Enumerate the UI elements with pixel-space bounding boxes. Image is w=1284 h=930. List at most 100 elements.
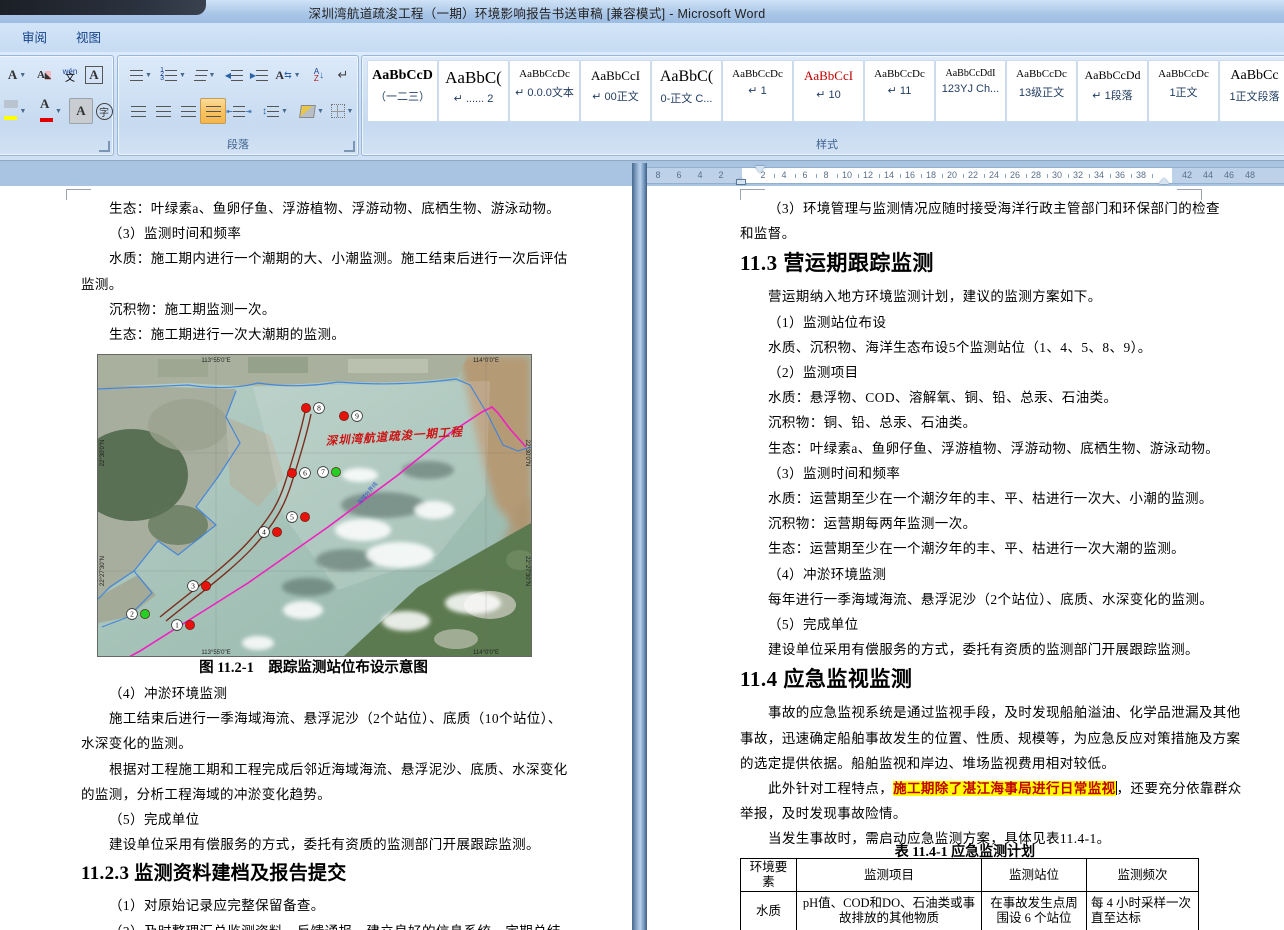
justify-button[interactable]	[200, 98, 226, 124]
style-card[interactable]: AaBbCcI ↵ 00正文	[580, 60, 651, 122]
document-text-line[interactable]: 沉积物：运营期每两年监测一次。	[768, 512, 977, 532]
character-shading-button[interactable]: A	[69, 98, 93, 124]
document-text-line[interactable]: 11.3 营运期跟踪监测	[740, 247, 934, 277]
sort-button[interactable]: AZ↓	[305, 62, 333, 88]
document-text-line[interactable]: 监测。	[81, 273, 123, 293]
align-center-button[interactable]	[150, 98, 176, 124]
style-card[interactable]: AaBbCc 1正文段落	[1219, 60, 1284, 122]
document-text-line[interactable]: 施工结束后进行一季海域海流、悬浮泥沙（2个站位）、底质（10个站位）、	[109, 707, 562, 727]
ruler-number: 26	[1010, 170, 1020, 180]
document-text-line[interactable]: 沉积物：施工期监测一次。	[109, 298, 276, 318]
horizontal-ruler[interactable]: 8642246810121416182022242628303234363842…	[647, 164, 1284, 185]
style-preview: AaBbCcD	[368, 68, 437, 84]
font-group: A▼ A◣ wén文 A ▼ A▼ A 字	[0, 55, 114, 156]
document-text-line[interactable]: 水深变化的监测。	[81, 732, 192, 752]
style-card[interactable]: AaBbCcDd ↵ 1段落	[1077, 60, 1148, 122]
document-text-line[interactable]: （3）环境管理与监测情况应随时接受海洋行政主管部门和环保部门的检查	[768, 197, 1220, 217]
first-line-indent-marker[interactable]	[755, 166, 765, 178]
style-card[interactable]: AaBbCcDc 1正文	[1148, 60, 1219, 122]
shading-button[interactable]: ▼	[296, 98, 328, 124]
font-color-button[interactable]: A▼	[33, 98, 69, 124]
document-text-line[interactable]: 事故，迅速确定船舶事故发生的位置、性质、规模等，为应急反应对策措施及方案	[740, 727, 1240, 747]
document-text-line[interactable]: （3）监测时间和频率	[109, 222, 241, 242]
enclose-characters-button[interactable]: 字	[93, 98, 115, 124]
style-card[interactable]: AaBbCcDc 13级正文	[1006, 60, 1077, 122]
document-text-line[interactable]: 此外针对工程特点，施工期除了湛江海事局进行日常监视，还要充分依靠群众	[768, 777, 1242, 797]
document-text-line[interactable]: （4）冲淤环境监测	[768, 563, 886, 583]
align-left-button[interactable]	[125, 98, 151, 124]
document-text-line[interactable]: （1）监测站位布设	[768, 311, 886, 331]
align-right-button[interactable]	[175, 98, 201, 124]
increase-indent-button[interactable]: ▶	[246, 62, 272, 88]
shrink-font-button[interactable]: A▼	[3, 62, 31, 88]
phonetic-guide-button[interactable]: wén文	[57, 62, 83, 88]
show-hide-marks-button[interactable]: ↵	[332, 62, 354, 88]
style-card[interactable]: AaBbC( ↵ ...... 2	[438, 60, 509, 122]
style-card[interactable]: AaBbC( 0-正文 C...	[651, 60, 722, 122]
document-text-line[interactable]: 的监测，分析工程海域的冲淤变化趋势。	[81, 783, 331, 803]
line-spacing-button[interactable]: ↕▼	[258, 98, 292, 124]
document-text-line[interactable]: 和监督。	[740, 222, 796, 242]
paragraph-group-label: 段落	[118, 136, 358, 152]
ruler-number: 10	[842, 170, 852, 180]
window-title: 深圳湾航道疏浚工程（一期）环境影响报告书送审稿 [兼容模式] - Microso…	[0, 3, 1074, 22]
paragraph-dialog-launcher[interactable]	[344, 141, 355, 152]
document-text-line[interactable]: 11.4 应急监视监测	[740, 663, 912, 693]
bullets-button[interactable]: ▼	[125, 62, 157, 88]
decrease-indent-button[interactable]: ◀	[221, 62, 247, 88]
document-text-line[interactable]: 每年进行一季海域海流、悬浮泥沙（2个站位）、底质、水深变化的监测。	[768, 588, 1213, 608]
document-text-line[interactable]: （5）完成单位	[768, 613, 859, 633]
borders-button[interactable]: ▼	[327, 98, 357, 124]
document-page-right[interactable]: （3）环境管理与监测情况应随时接受海洋行政主管部门和环保部门的检查和监督。 11.…	[647, 186, 1284, 930]
pane-divider[interactable]	[632, 163, 647, 930]
document-text-line[interactable]: 根据对工程施工期和工程完成后邻近海域海流、悬浮泥沙、底质、水深变化	[109, 758, 568, 778]
style-card[interactable]: AaBbCcI ↵ 10	[793, 60, 864, 122]
document-text-line[interactable]: （4）冲淤环境监测	[109, 682, 227, 702]
document-text-line[interactable]: 水质：施工期内进行一个潮期的大、小潮监测。施工结束后进行一次后评估	[109, 247, 568, 267]
ruler-number: 6	[676, 170, 681, 180]
document-text-line[interactable]: 生态：叶绿素a、鱼卵仔鱼、浮游植物、浮游动物、底栖生物、游泳动物。	[768, 437, 1219, 457]
document-page-left[interactable]: 生态：叶绿素a、鱼卵仔鱼、浮游植物、浮游动物、底栖生物、游泳动物。 （3）监测时间…	[0, 186, 632, 930]
numbering-button[interactable]: 123▼	[157, 62, 189, 88]
style-label: ↵ 00正文	[581, 88, 650, 104]
document-text-line[interactable]: 沉积物：铜、铅、总汞、石油类。	[768, 411, 977, 431]
style-card[interactable]: AaBbCcDc ↵ 0.0.0文本	[509, 60, 580, 122]
document-text-line[interactable]: 生态：运营期至少在一个潮汐年的丰、平、枯进行一次大潮的监测。	[768, 537, 1185, 557]
style-card[interactable]: AaBbCcDc ↵ 1	[722, 60, 793, 122]
document-text-line[interactable]: 生态：施工期进行一次大潮期的监测。	[109, 323, 345, 343]
document-text-line[interactable]: 水质：悬浮物、COD、溶解氧、铜、铅、总汞、石油类。	[768, 386, 1117, 406]
document-text-line[interactable]: 营运期纳入地方环境监测计划，建议的监测方案如下。	[768, 285, 1102, 305]
document-text-line[interactable]: 生态：叶绿素a、鱼卵仔鱼、浮游植物、浮游动物、底栖生物、游泳动物。	[109, 197, 560, 217]
document-text-line[interactable]: 举报，及时发现事故险情。	[740, 802, 907, 822]
document-text-line[interactable]: 水质：运营期至少在一个潮汐年的丰、平、枯进行一次大、小潮的监测。	[768, 487, 1213, 507]
style-card[interactable]: AaBbCcDc ↵ 11	[864, 60, 935, 122]
document-text-line[interactable]: 事故的应急监视系统是通过监视手段，及时发现船舶溢油、化学品泄漏及其他	[768, 701, 1241, 721]
font-dialog-launcher[interactable]	[99, 141, 110, 152]
tab-view[interactable]: 视图	[62, 27, 115, 49]
tab-review[interactable]: 审阅	[8, 27, 61, 49]
left-indent-marker[interactable]	[737, 180, 745, 184]
document-text-line[interactable]: 建设单位采用有偿服务的方式，委托有资质的监测部门开展跟踪监测。	[109, 833, 540, 853]
table-cell: 每 4 小时采样一次直至达标	[1087, 892, 1199, 930]
map-figure[interactable]: 海域分界线 深圳湾航道疏浚一期工程 113°55'0"E114°0'0"E 11…	[97, 354, 532, 657]
document-text-line[interactable]: （2）及时整理汇总监测资料，反馈通报，建立良好的信息系统，定期总结。	[109, 920, 575, 930]
ruler-number: 2	[718, 170, 723, 180]
document-text-line[interactable]: （2）监测项目	[768, 361, 859, 381]
text-highlight-color-button[interactable]: ▼	[0, 98, 33, 124]
clear-formatting-button[interactable]: A◣	[31, 62, 57, 88]
document-text-line[interactable]: （3）监测时间和频率	[768, 462, 900, 482]
style-card[interactable]: AaBbCcD （一二三）	[367, 60, 438, 122]
document-text-line[interactable]: （1）对原始记录应完整保留备查。	[109, 894, 325, 914]
right-indent-marker[interactable]	[1159, 173, 1169, 184]
style-card[interactable]: AaBbCcDdI 123YJ Ch...	[935, 60, 1006, 122]
document-text-line[interactable]: 建设单位采用有偿服务的方式，委托有资质的监测部门开展跟踪监测。	[768, 638, 1199, 658]
distribute-button[interactable]: ⇤⇥	[225, 98, 253, 124]
multilevel-list-button[interactable]: ▼	[189, 62, 221, 88]
document-text-line[interactable]: 的选定提供依据。船舶监视和岸边、堆场监视费用相对较低。	[740, 752, 1115, 772]
character-border-button[interactable]: A	[81, 62, 107, 88]
document-text-line[interactable]: 水质、沉积物、海洋生态布设5个监测站位（1、4、5、8、9）。	[768, 336, 1152, 356]
asian-layout-button[interactable]: A⇆▼	[271, 62, 305, 88]
styles-group-label: 样式	[362, 136, 1284, 152]
document-text-line[interactable]: （5）完成单位	[109, 808, 200, 828]
document-text-line[interactable]: 11.2.3 监测资料建档及报告提交	[81, 858, 347, 885]
